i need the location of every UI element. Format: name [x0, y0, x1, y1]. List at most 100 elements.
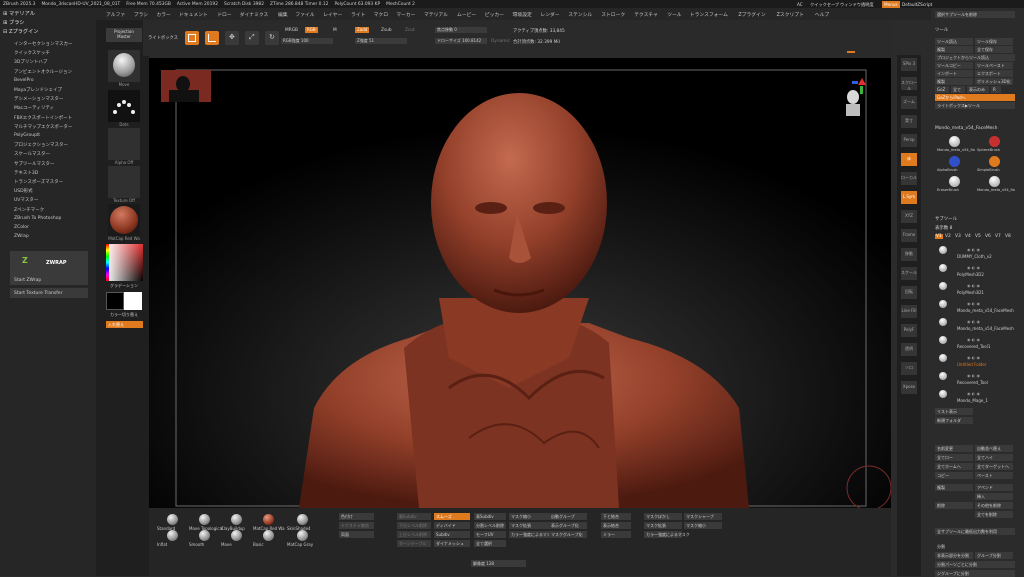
tool-button[interactable]: ポリメッシュ3D化: [975, 78, 1013, 85]
edit-button[interactable]: [185, 31, 199, 45]
move-button[interactable]: ✥: [225, 31, 239, 45]
subtool-row[interactable]: Mondo_Mage_1 ◉ ◐ ◉: [937, 388, 1017, 405]
plugin-item[interactable]: Mayaブレンドシェイプ: [14, 87, 62, 93]
menu-23[interactable]: Zスクリプト: [777, 11, 804, 18]
split-button[interactable]: グループ分割: [975, 552, 1013, 559]
menu-7[interactable]: ファイル: [295, 11, 314, 18]
col5-button[interactable]: マスクグループ化: [549, 531, 587, 538]
plugin-item[interactable]: UVマスター: [14, 197, 38, 203]
alpha-thumbnail[interactable]: [108, 128, 140, 160]
plugin-item[interactable]: マルチマップエクスポーター: [14, 124, 72, 130]
brush-thumbnail[interactable]: [108, 50, 140, 82]
tray-button[interactable]: スケール: [901, 267, 917, 280]
subtool-op-button[interactable]: 全てホームへ: [935, 463, 973, 470]
col4-button[interactable]: カラー強度によるマスク: [509, 531, 555, 538]
col2-button[interactable]: ダイナメッシュ: [434, 540, 470, 547]
version-tab[interactable]: V1: [935, 234, 943, 239]
brush-preset-icon[interactable]: [231, 514, 242, 525]
tool-thumbnail[interactable]: SimpleBrush: [977, 156, 1013, 174]
tray-button[interactable]: PolyF: [901, 324, 917, 337]
version-tab[interactable]: V6: [985, 234, 991, 239]
rotate-button[interactable]: ↻: [265, 31, 279, 45]
brush-preset-icon[interactable]: [297, 514, 308, 525]
col7-button[interactable]: カラー強度によるマスク: [644, 531, 690, 538]
col3-button[interactable]: 全て選択: [474, 540, 506, 547]
subtool-op-button[interactable]: 名前変更: [935, 445, 973, 452]
col2b-button[interactable]: 上位レベル削除: [397, 531, 431, 538]
split-button[interactable]: 分割パーツごとに分割: [935, 561, 1015, 568]
col2-button[interactable]: スムーズ: [434, 513, 470, 520]
plugin-item[interactable]: 3Dプリントハブ: [14, 59, 47, 65]
material-thumbnail[interactable]: [108, 204, 140, 236]
subtool-op-button[interactable]: 複製: [935, 484, 973, 491]
tool-button[interactable]: プロジェクトからツール読込: [935, 54, 1015, 61]
brush-preset-icon[interactable]: [167, 514, 178, 525]
reference-thumbnail[interactable]: [161, 70, 211, 102]
tool-button[interactable]: GoZ: [935, 86, 949, 93]
delete-subtool-button[interactable]: 選択サブツールを削除: [935, 11, 1015, 18]
version-tab[interactable]: V4: [965, 234, 971, 239]
menu-10[interactable]: マクロ: [374, 11, 388, 18]
draw-size-slider[interactable]: ドローサイズ 100.8142: [435, 38, 487, 44]
new-folder-button[interactable]: 新規フォルダ: [935, 417, 973, 424]
plugin-item[interactable]: トランスポーズマスター: [14, 179, 63, 185]
tray-button[interactable]: ソロ: [901, 362, 917, 375]
brush-preset-icon[interactable]: [297, 530, 308, 541]
zsub-button[interactable]: Zsub: [381, 28, 392, 33]
tray-button[interactable]: Frame: [901, 229, 917, 242]
menu-18[interactable]: ストローク: [601, 11, 625, 18]
texture-thumbnail[interactable]: [108, 166, 140, 198]
menu-3[interactable]: ドキュメント: [179, 11, 208, 18]
subtool-row[interactable]: Recovered_Tool1 ◉ ◐ ◉: [937, 334, 1017, 351]
switch-color-button[interactable]: カラー切り替え: [106, 312, 142, 318]
subtool-visibility-icon[interactable]: ◉ ◐ ◉: [967, 265, 980, 270]
tray-button[interactable]: Line Fill: [901, 305, 917, 318]
plugin-item[interactable]: BevelPro: [14, 78, 34, 83]
tool-button[interactable]: エクスポート: [975, 70, 1013, 77]
tray-button[interactable]: SPix 3: [901, 58, 917, 71]
plugin-item[interactable]: Zベンチマーク: [14, 207, 44, 213]
tool-thumbnail[interactable]: SphereBrush: [977, 136, 1013, 154]
tool-thumbnail[interactable]: Mondo_meta_v54_FaceMesh: [977, 176, 1015, 194]
quicksave-button[interactable]: クイックセーブ: [808, 1, 841, 8]
tool-button[interactable]: 複製: [935, 46, 973, 53]
menu-11[interactable]: マーカー: [396, 11, 415, 18]
col2-button[interactable]: Subdiv: [434, 531, 470, 538]
menu-20[interactable]: ツール: [667, 11, 681, 18]
mrgb-button[interactable]: MRGB: [285, 28, 298, 33]
subtool-row[interactable]: Mondo_meta_v54_FaceMesh ◉ ◐ ◉: [937, 316, 1017, 333]
plugin-item[interactable]: ZWrap: [14, 234, 29, 239]
menu-22[interactable]: Zプラグイン: [738, 11, 765, 18]
projection-master-button[interactable]: Projection Master: [106, 28, 142, 42]
menu-19[interactable]: テクスチャ: [634, 11, 658, 18]
brush-preset-icon[interactable]: [167, 530, 178, 541]
menu-12[interactable]: マテリアル: [424, 11, 448, 18]
subtool-visibility-icon[interactable]: ◉ ◐ ◉: [967, 247, 980, 252]
subtool-row[interactable]: Mondo_meta_v54_FaceMesh ◉ ◐ ◉: [937, 298, 1017, 315]
tray-button[interactable]: L.Sym: [901, 191, 917, 204]
subtool-op-button[interactable]: 自動並べ替え: [975, 445, 1013, 452]
plugin-item[interactable]: Macユーティリティ: [14, 105, 54, 111]
version-tab[interactable]: V3: [955, 234, 961, 239]
col2b-button[interactable]: ターンテーブル: [397, 540, 431, 547]
menu-8[interactable]: レイヤー: [323, 11, 342, 18]
tray-button[interactable]: XYZ: [901, 210, 917, 223]
subtool-visibility-icon[interactable]: ◉ ◐ ◉: [967, 355, 980, 360]
tray-button[interactable]: 実寸: [901, 115, 917, 128]
col8-button[interactable]: マスクシャープ: [684, 513, 722, 520]
col1-button[interactable]: 色付け: [339, 513, 374, 520]
tool-button[interactable]: ライトボックス▶ツール: [935, 102, 1015, 109]
menu-2[interactable]: カラー: [156, 11, 170, 18]
tray-button[interactable]: ズーム: [901, 96, 917, 109]
plugin-item[interactable]: インターセクションマスカー: [14, 41, 73, 47]
tool-button[interactable]: 表示のみ: [967, 86, 989, 93]
plugin-item[interactable]: ZColor: [14, 225, 29, 230]
brush-preset-icon[interactable]: [231, 530, 242, 541]
plugin-item[interactable]: USD形式: [14, 188, 33, 194]
col7-button[interactable]: マスク拡張: [644, 522, 682, 529]
subtool-op-button[interactable]: コピー: [935, 472, 973, 479]
subtool-row[interactable]: Recovered_Tool ◉ ◐ ◉: [937, 370, 1017, 387]
subtool-row[interactable]: Untitled Folder ◉ ◐ ◉: [937, 352, 1017, 369]
tool-button[interactable]: ツール保存: [975, 38, 1013, 45]
plugin-item[interactable]: アンビエントオクルージョン: [14, 69, 72, 75]
